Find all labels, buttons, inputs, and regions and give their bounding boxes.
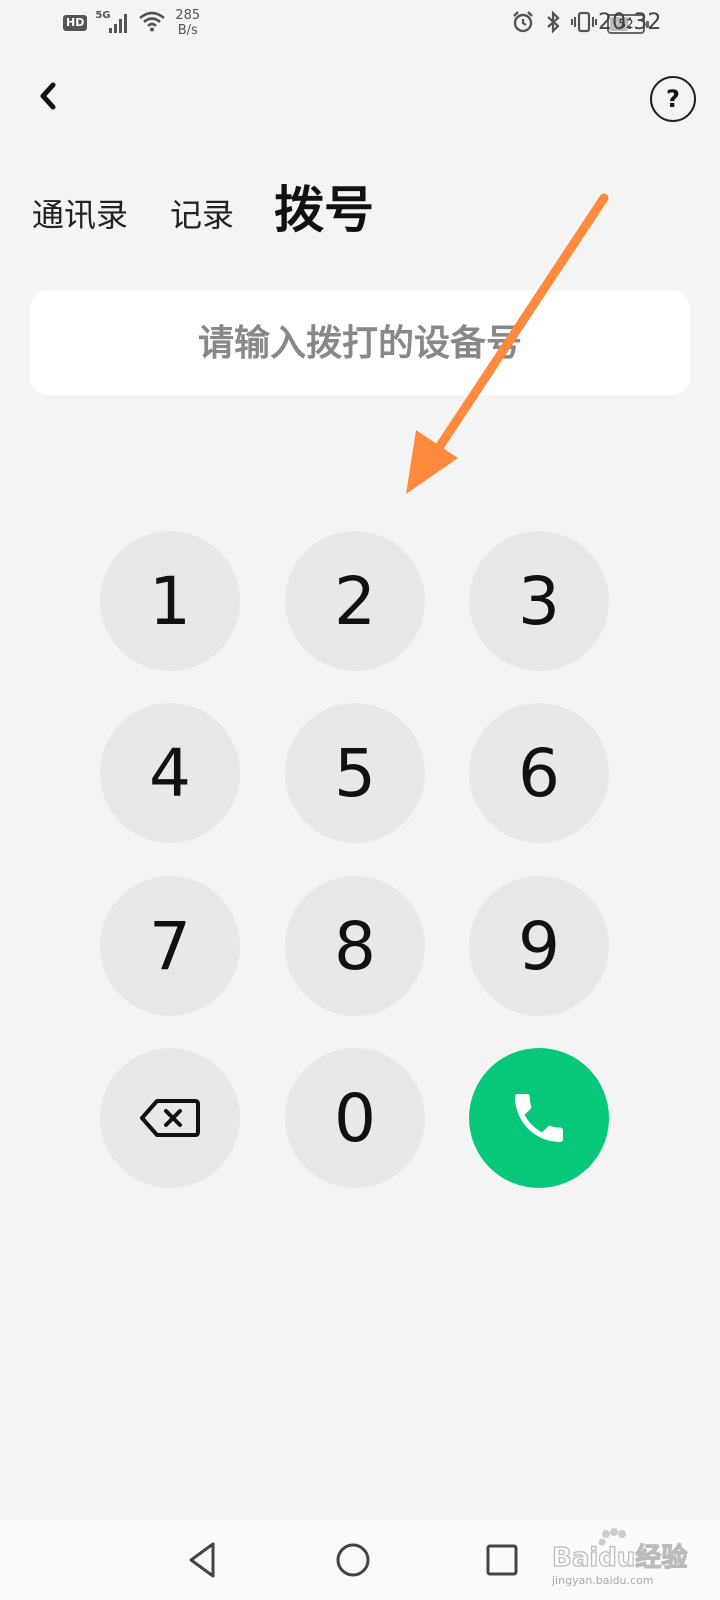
circle-home-icon xyxy=(336,1543,370,1577)
key-3[interactable]: 3 xyxy=(469,531,609,671)
device-number-input[interactable] xyxy=(30,290,690,395)
network-speed-value: 285 xyxy=(175,8,201,23)
key-1[interactable]: 1 xyxy=(100,531,240,671)
clock: 20:32 xyxy=(598,10,662,35)
tab-bar: 通讯录 记录 拨号 xyxy=(32,170,374,242)
watermark-url: jingyan.baidu.com xyxy=(552,1574,654,1587)
status-left: HD 5G 285 B/s xyxy=(63,8,200,38)
tab-dial[interactable]: 拨号 xyxy=(274,170,374,242)
triangle-back-icon xyxy=(189,1542,215,1578)
backspace-icon xyxy=(140,1099,200,1137)
network-speed: 285 B/s xyxy=(175,8,200,38)
key-4[interactable]: 4 xyxy=(100,703,240,843)
nav-recent-button[interactable] xyxy=(480,1538,524,1582)
status-bar: HD 5G 285 B/s 52 20:32 xyxy=(0,0,720,50)
vibrate-icon xyxy=(571,10,597,38)
network-speed-unit: B/s xyxy=(177,23,198,38)
square-recent-icon xyxy=(486,1544,518,1576)
alarm-icon xyxy=(511,10,535,38)
baidu-watermark: Baidu经验 jingyan.baidu.com xyxy=(551,1528,692,1596)
tab-records[interactable]: 记录 xyxy=(170,190,234,242)
key-0[interactable]: 0 xyxy=(285,1048,425,1188)
hd-badge: HD xyxy=(63,15,88,31)
key-6[interactable]: 6 xyxy=(469,703,609,843)
key-8[interactable]: 8 xyxy=(285,876,425,1016)
tab-contacts[interactable]: 通讯录 xyxy=(32,190,128,242)
back-button[interactable] xyxy=(30,78,66,114)
question-mark-icon: ? xyxy=(666,85,680,113)
help-button[interactable]: ? xyxy=(650,76,696,122)
bluetooth-icon xyxy=(545,10,561,38)
chevron-left-icon xyxy=(40,82,56,110)
baidu-logo: Baidu经验 xyxy=(551,1528,688,1574)
nav-home-button[interactable] xyxy=(331,1538,375,1582)
call-button[interactable] xyxy=(469,1048,609,1188)
key-7[interactable]: 7 xyxy=(100,876,240,1016)
wifi-icon xyxy=(137,10,167,36)
key-2[interactable]: 2 xyxy=(285,531,425,671)
backspace-button[interactable] xyxy=(100,1048,240,1188)
key-5[interactable]: 5 xyxy=(285,703,425,843)
nav-back-button[interactable] xyxy=(180,1538,224,1582)
phone-icon xyxy=(515,1094,563,1142)
key-9[interactable]: 9 xyxy=(469,876,609,1016)
signal-icon: 5G xyxy=(95,10,129,34)
svg-text:Baidu经验: Baidu经验 xyxy=(552,1542,687,1573)
